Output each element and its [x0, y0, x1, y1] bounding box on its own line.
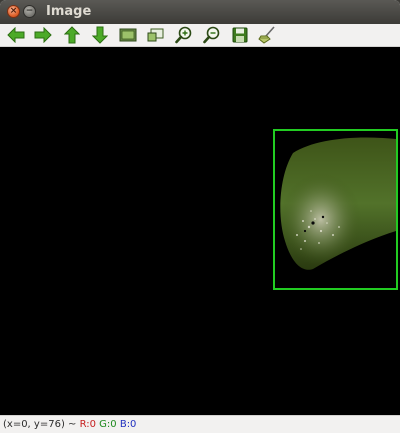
arrow-left-icon [7, 27, 25, 43]
image-window: × − Image (x=0, y=76) ~ R:0 G:0 B:0 [0, 0, 400, 433]
status-green-value: G:0 [99, 419, 117, 430]
status-bar: (x=0, y=76) ~ R:0 G:0 B:0 [0, 415, 400, 433]
pan-right-button[interactable] [32, 25, 54, 45]
properties-button[interactable] [256, 25, 278, 45]
save-icon [232, 27, 248, 43]
pan-left-button[interactable] [5, 25, 27, 45]
window-title: Image [46, 4, 92, 19]
title-bar[interactable]: × − Image [0, 0, 400, 25]
zoom-out-icon [203, 26, 220, 44]
close-button[interactable]: × [7, 5, 20, 18]
roi-rectangle [273, 129, 398, 290]
arrow-down-icon [92, 26, 108, 44]
segmented-object [280, 137, 396, 270]
save-button[interactable] [229, 25, 251, 45]
status-blue-value: B:0 [119, 419, 137, 430]
zoom-window-icon [147, 28, 164, 42]
cursor-coordinates: (x=0, y=76) ~ [3, 419, 77, 430]
image-canvas[interactable] [0, 47, 400, 415]
close-icon: × [9, 6, 18, 16]
properties-icon [258, 26, 275, 44]
pan-down-button[interactable] [89, 25, 111, 45]
arrow-up-icon [64, 26, 80, 44]
toolbar [0, 24, 400, 47]
arrow-right-icon [34, 27, 52, 43]
zoom-in-icon [175, 26, 192, 44]
zoom-fit-icon [119, 28, 137, 42]
zoom-window-button[interactable] [145, 25, 167, 45]
zoom-out-button[interactable] [201, 25, 223, 45]
minimize-icon: − [25, 6, 34, 16]
zoom-in-button[interactable] [173, 25, 195, 45]
zoom-fit-button[interactable] [117, 25, 139, 45]
minimize-button[interactable]: − [23, 5, 36, 18]
status-red-value: R:0 [79, 419, 96, 430]
pan-up-button[interactable] [61, 25, 83, 45]
